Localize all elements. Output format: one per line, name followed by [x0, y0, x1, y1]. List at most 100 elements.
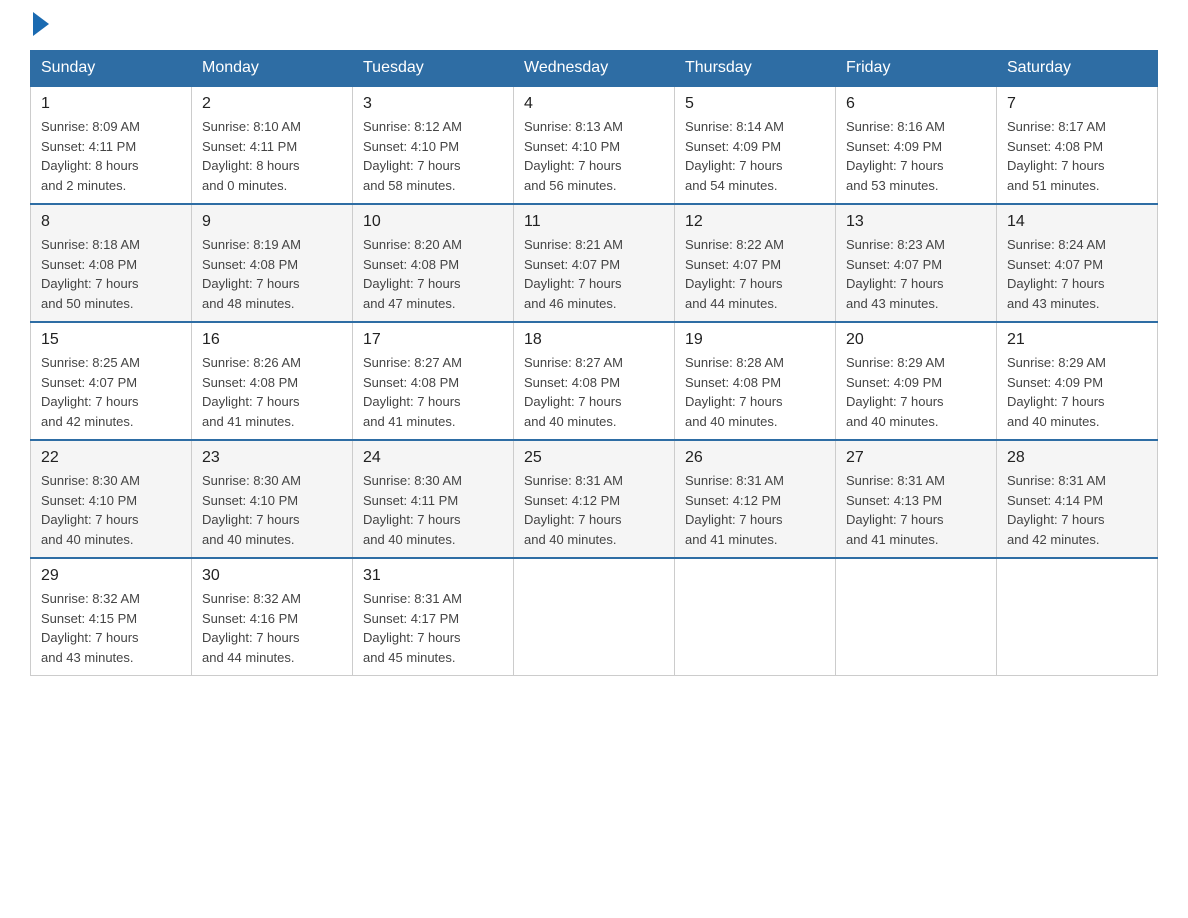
weekday-header-thursday: Thursday [675, 51, 836, 87]
calendar-day-cell: 10 Sunrise: 8:20 AMSunset: 4:08 PMDayligh… [353, 204, 514, 322]
calendar-day-cell: 19 Sunrise: 8:28 AMSunset: 4:08 PMDayligh… [675, 322, 836, 440]
day-info: Sunrise: 8:16 AMSunset: 4:09 PMDaylight:… [846, 117, 986, 195]
day-number: 25 [524, 449, 664, 467]
day-info: Sunrise: 8:30 AMSunset: 4:10 PMDaylight:… [202, 471, 342, 549]
day-info: Sunrise: 8:29 AMSunset: 4:09 PMDaylight:… [846, 353, 986, 431]
calendar-day-cell: 7Sunrise: 8:17 AMSunset: 4:08 PMDaylight… [997, 86, 1158, 204]
day-info: Sunrise: 8:20 AMSunset: 4:08 PMDaylight:… [363, 235, 503, 313]
day-number: 27 [846, 449, 986, 467]
day-info: Sunrise: 8:31 AMSunset: 4:12 PMDaylight:… [524, 471, 664, 549]
calendar-week-row: 29 Sunrise: 8:32 AMSunset: 4:15 PMDayligh… [31, 558, 1158, 676]
day-info: Sunrise: 8:10 AMSunset: 4:11 PMDaylight:… [202, 117, 342, 195]
calendar-day-cell: 24 Sunrise: 8:30 AMSunset: 4:11 PMDayligh… [353, 440, 514, 558]
day-number: 15 [41, 331, 181, 349]
day-number: 20 [846, 331, 986, 349]
calendar-table: SundayMondayTuesdayWednesdayThursdayFrid… [30, 50, 1158, 676]
weekday-header-saturday: Saturday [997, 51, 1158, 87]
day-number: 31 [363, 567, 503, 585]
calendar-day-cell: 12 Sunrise: 8:22 AMSunset: 4:07 PMDayligh… [675, 204, 836, 322]
day-info: Sunrise: 8:22 AMSunset: 4:07 PMDaylight:… [685, 235, 825, 313]
day-info: Sunrise: 8:31 AMSunset: 4:17 PMDaylight:… [363, 589, 503, 667]
calendar-day-cell: 25 Sunrise: 8:31 AMSunset: 4:12 PMDayligh… [514, 440, 675, 558]
day-number: 21 [1007, 331, 1147, 349]
calendar-day-cell: 4 Sunrise: 8:13 AMSunset: 4:10 PMDaylight… [514, 86, 675, 204]
day-number: 5 [685, 95, 825, 113]
day-info: Sunrise: 8:25 AMSunset: 4:07 PMDaylight:… [41, 353, 181, 431]
calendar-day-cell: 11Sunrise: 8:21 AMSunset: 4:07 PMDayligh… [514, 204, 675, 322]
day-number: 26 [685, 449, 825, 467]
calendar-day-cell: 1Sunrise: 8:09 AMSunset: 4:11 PMDaylight… [31, 86, 192, 204]
logo [30, 20, 49, 30]
day-info: Sunrise: 8:32 AMSunset: 4:15 PMDaylight:… [41, 589, 181, 667]
calendar-day-cell: 26 Sunrise: 8:31 AMSunset: 4:12 PMDayligh… [675, 440, 836, 558]
empty-day-cell [997, 558, 1158, 676]
day-info: Sunrise: 8:31 AMSunset: 4:14 PMDaylight:… [1007, 471, 1147, 549]
day-info: Sunrise: 8:31 AMSunset: 4:12 PMDaylight:… [685, 471, 825, 549]
calendar-day-cell: 8 Sunrise: 8:18 AMSunset: 4:08 PMDaylight… [31, 204, 192, 322]
calendar-day-cell: 2 Sunrise: 8:10 AMSunset: 4:11 PMDaylight… [192, 86, 353, 204]
day-info: Sunrise: 8:32 AMSunset: 4:16 PMDaylight:… [202, 589, 342, 667]
calendar-day-cell: 21 Sunrise: 8:29 AMSunset: 4:09 PMDayligh… [997, 322, 1158, 440]
calendar-day-cell: 23 Sunrise: 8:30 AMSunset: 4:10 PMDayligh… [192, 440, 353, 558]
day-number: 10 [363, 213, 503, 231]
day-number: 8 [41, 213, 181, 231]
calendar-day-cell: 15 Sunrise: 8:25 AMSunset: 4:07 PMDayligh… [31, 322, 192, 440]
day-number: 28 [1007, 449, 1147, 467]
empty-day-cell [675, 558, 836, 676]
day-info: Sunrise: 8:18 AMSunset: 4:08 PMDaylight:… [41, 235, 181, 313]
day-info: Sunrise: 8:17 AMSunset: 4:08 PMDaylight:… [1007, 117, 1147, 195]
day-info: Sunrise: 8:14 AMSunset: 4:09 PMDaylight:… [685, 117, 825, 195]
calendar-day-cell: 18Sunrise: 8:27 AMSunset: 4:08 PMDayligh… [514, 322, 675, 440]
day-number: 19 [685, 331, 825, 349]
calendar-day-cell: 17 Sunrise: 8:27 AMSunset: 4:08 PMDayligh… [353, 322, 514, 440]
day-info: Sunrise: 8:12 AMSunset: 4:10 PMDaylight:… [363, 117, 503, 195]
day-info: Sunrise: 8:27 AMSunset: 4:08 PMDaylight:… [363, 353, 503, 431]
day-number: 18 [524, 331, 664, 349]
calendar-day-cell: 28 Sunrise: 8:31 AMSunset: 4:14 PMDayligh… [997, 440, 1158, 558]
day-number: 11 [524, 213, 664, 231]
calendar-day-cell: 20 Sunrise: 8:29 AMSunset: 4:09 PMDayligh… [836, 322, 997, 440]
calendar-day-cell: 9Sunrise: 8:19 AMSunset: 4:08 PMDaylight… [192, 204, 353, 322]
day-number: 1 [41, 95, 181, 113]
weekday-header-monday: Monday [192, 51, 353, 87]
day-info: Sunrise: 8:29 AMSunset: 4:09 PMDaylight:… [1007, 353, 1147, 431]
day-number: 23 [202, 449, 342, 467]
day-number: 14 [1007, 213, 1147, 231]
calendar-day-cell: 14 Sunrise: 8:24 AMSunset: 4:07 PMDayligh… [997, 204, 1158, 322]
weekday-header-row: SundayMondayTuesdayWednesdayThursdayFrid… [31, 51, 1158, 87]
calendar-day-cell: 30 Sunrise: 8:32 AMSunset: 4:16 PMDayligh… [192, 558, 353, 676]
weekday-header-friday: Friday [836, 51, 997, 87]
day-info: Sunrise: 8:30 AMSunset: 4:11 PMDaylight:… [363, 471, 503, 549]
day-number: 24 [363, 449, 503, 467]
calendar-week-row: 15 Sunrise: 8:25 AMSunset: 4:07 PMDayligh… [31, 322, 1158, 440]
day-info: Sunrise: 8:24 AMSunset: 4:07 PMDaylight:… [1007, 235, 1147, 313]
day-info: Sunrise: 8:13 AMSunset: 4:10 PMDaylight:… [524, 117, 664, 195]
day-info: Sunrise: 8:30 AMSunset: 4:10 PMDaylight:… [41, 471, 181, 549]
calendar-day-cell: 13 Sunrise: 8:23 AMSunset: 4:07 PMDayligh… [836, 204, 997, 322]
calendar-day-cell: 29 Sunrise: 8:32 AMSunset: 4:15 PMDayligh… [31, 558, 192, 676]
day-number: 9 [202, 213, 342, 231]
weekday-header-sunday: Sunday [31, 51, 192, 87]
weekday-header-wednesday: Wednesday [514, 51, 675, 87]
day-number: 3 [363, 95, 503, 113]
calendar-day-cell: 3 Sunrise: 8:12 AMSunset: 4:10 PMDaylight… [353, 86, 514, 204]
day-info: Sunrise: 8:31 AMSunset: 4:13 PMDaylight:… [846, 471, 986, 549]
calendar-day-cell: 31 Sunrise: 8:31 AMSunset: 4:17 PMDayligh… [353, 558, 514, 676]
calendar-day-cell: 27 Sunrise: 8:31 AMSunset: 4:13 PMDayligh… [836, 440, 997, 558]
day-info: Sunrise: 8:23 AMSunset: 4:07 PMDaylight:… [846, 235, 986, 313]
day-number: 30 [202, 567, 342, 585]
day-number: 6 [846, 95, 986, 113]
day-info: Sunrise: 8:28 AMSunset: 4:08 PMDaylight:… [685, 353, 825, 431]
day-number: 17 [363, 331, 503, 349]
calendar-day-cell: 6 Sunrise: 8:16 AMSunset: 4:09 PMDaylight… [836, 86, 997, 204]
day-number: 13 [846, 213, 986, 231]
day-number: 29 [41, 567, 181, 585]
calendar-day-cell: 22 Sunrise: 8:30 AMSunset: 4:10 PMDayligh… [31, 440, 192, 558]
calendar-week-row: 1Sunrise: 8:09 AMSunset: 4:11 PMDaylight… [31, 86, 1158, 204]
day-number: 12 [685, 213, 825, 231]
day-number: 22 [41, 449, 181, 467]
empty-day-cell [514, 558, 675, 676]
weekday-header-tuesday: Tuesday [353, 51, 514, 87]
day-number: 2 [202, 95, 342, 113]
day-number: 4 [524, 95, 664, 113]
